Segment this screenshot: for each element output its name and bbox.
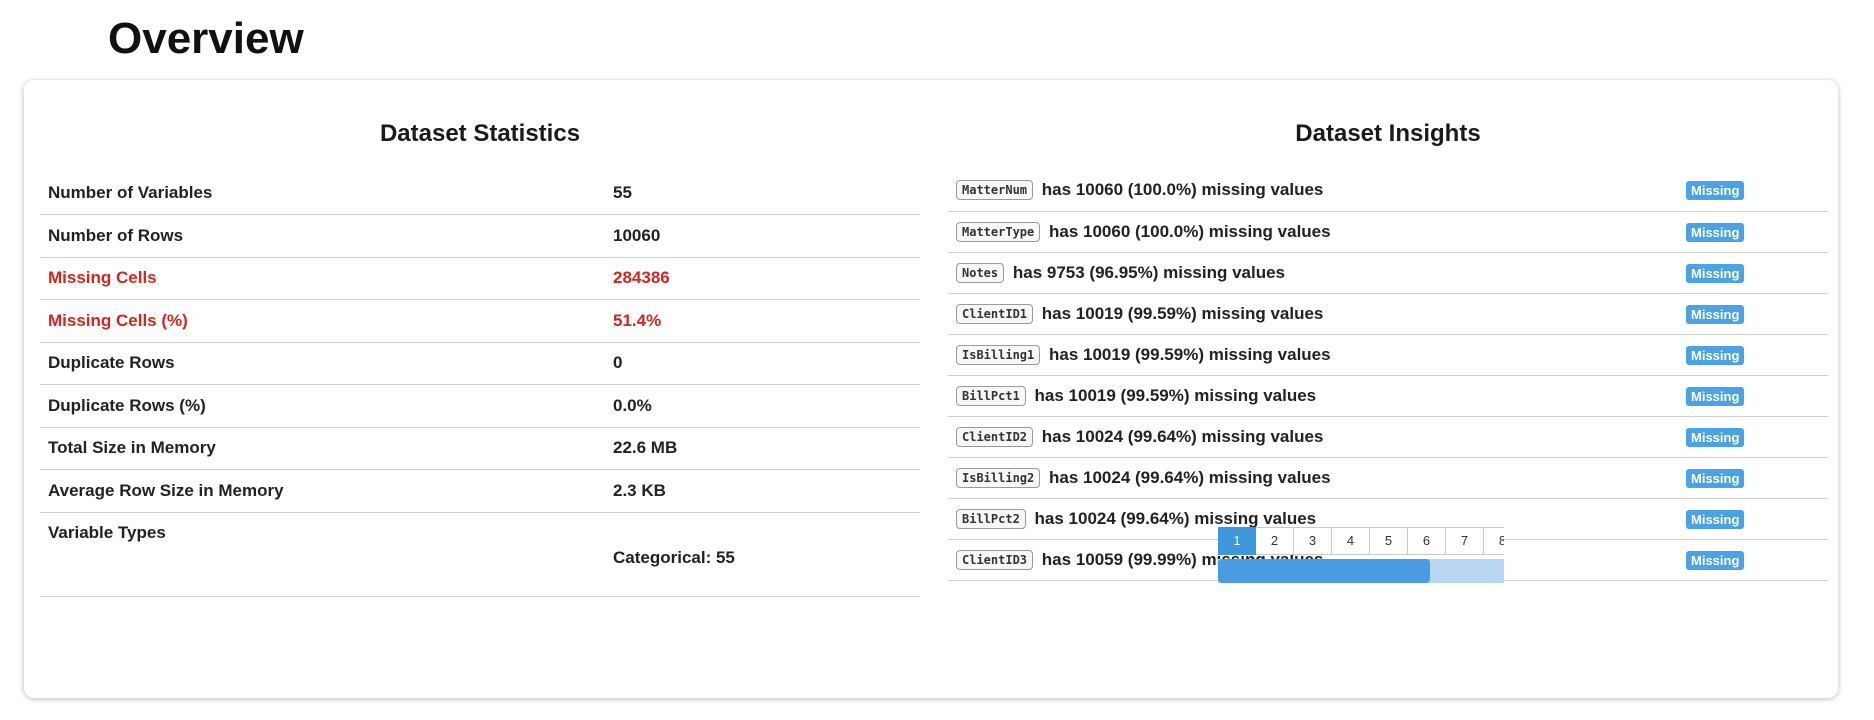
insight-badge-cell: Missing <box>1678 334 1828 376</box>
insight-badge-cell: Missing <box>1678 539 1828 581</box>
insight-text-cell: ClientID1 has 10019 (99.59%) missing val… <box>948 293 1678 335</box>
stats-label: Duplicate Rows (%) <box>40 384 605 428</box>
insight-badge-cell: Missing <box>1678 457 1828 499</box>
column-name-code: MatterNum <box>956 180 1034 201</box>
missing-badge: Missing <box>1686 427 1745 447</box>
stats-label: Missing Cells (%) <box>40 299 605 343</box>
column-name-code: IsBilling1 <box>956 344 1041 365</box>
column-name-code: ClientID2 <box>956 426 1034 447</box>
stats-value: 10060 <box>605 214 920 258</box>
column-name-code: ClientID1 <box>956 303 1034 324</box>
insight-text-cell: ClientID2 has 10024 (99.64%) missing val… <box>948 416 1678 458</box>
stats-row: Duplicate Rows (%) 0.0% <box>40 384 920 428</box>
dataset-statistics-table: Number of Variables 55 Number of Rows 10… <box>40 172 920 597</box>
insight-text-cell: IsBilling1 has 10019 (99.59%) missing va… <box>948 334 1678 376</box>
missing-badge: Missing <box>1686 263 1745 283</box>
missing-badge: Missing <box>1686 509 1745 529</box>
stats-value: Categorical: 55 <box>605 512 920 597</box>
stats-value: 51.4% <box>605 299 920 343</box>
stats-value: 0 <box>605 342 920 385</box>
stats-row: Duplicate Rows 0 <box>40 342 920 385</box>
missing-badge: Missing <box>1686 181 1745 201</box>
insight-badge-cell: Missing <box>1678 170 1828 212</box>
insight-row: BillPct1 has 10019 (99.59%) missing valu… <box>948 375 1828 417</box>
insight-text-cell: MatterType has 10060 (100.0%) missing va… <box>948 211 1678 253</box>
insight-text: has 10060 (100.0%) missing values <box>1048 221 1331 241</box>
column-name-code: IsBilling2 <box>956 467 1041 488</box>
insight-text: has 10024 (99.64%) missing values <box>1041 426 1324 446</box>
stats-label: Variable Types <box>40 512 605 597</box>
column-name-code: Notes <box>956 262 1005 283</box>
stats-label: Number of Rows <box>40 214 605 258</box>
insight-text: has 10019 (99.59%) missing values <box>1041 303 1324 323</box>
dataset-insights-title: Dataset Insights <box>1295 120 1481 147</box>
insights-pagination: 12345678 <box>1218 527 1504 559</box>
column-name-code: BillPct1 <box>956 385 1026 406</box>
insight-text-cell: Notes has 9753 (96.95%) missing values <box>948 252 1678 294</box>
page-button-5[interactable]: 5 <box>1370 527 1408 555</box>
missing-badge: Missing <box>1686 550 1745 570</box>
pagination-scrollbar-thumb[interactable] <box>1218 559 1430 583</box>
stats-value: 55 <box>605 172 920 215</box>
insight-text-cell: MatterNum has 10060 (100.0%) missing val… <box>948 170 1678 212</box>
page-title: Overview <box>108 14 304 63</box>
stats-value: 2.3 KB <box>605 469 920 513</box>
insight-text: has 10024 (99.64%) missing values <box>1048 467 1331 487</box>
insight-badge-cell: Missing <box>1678 252 1828 294</box>
insight-text-cell: BillPct1 has 10019 (99.59%) missing valu… <box>948 375 1678 417</box>
missing-badge: Missing <box>1686 386 1745 406</box>
stats-label: Total Size in Memory <box>40 427 605 470</box>
missing-badge: Missing <box>1686 468 1745 488</box>
page-button-1[interactable]: 1 <box>1218 527 1256 555</box>
stats-row: Number of Variables 55 <box>40 172 920 215</box>
insight-text: has 10024 (99.64%) missing values <box>1034 508 1317 528</box>
stats-label: Missing Cells <box>40 257 605 300</box>
stats-row: Number of Rows 10060 <box>40 214 920 258</box>
insight-badge-cell: Missing <box>1678 293 1828 335</box>
stats-row-alert: Missing Cells (%) 51.4% <box>40 299 920 343</box>
insight-text: has 9753 (96.95%) missing values <box>1012 262 1286 282</box>
insight-row: MatterNum has 10060 (100.0%) missing val… <box>948 170 1828 212</box>
stats-row-alert: Missing Cells 284386 <box>40 257 920 300</box>
pagination-scrollbar[interactable] <box>1218 559 1504 583</box>
stats-row: Total Size in Memory 22.6 MB <box>40 427 920 470</box>
insight-text: has 10060 (100.0%) missing values <box>1041 180 1324 200</box>
page-button-4[interactable]: 4 <box>1332 527 1370 555</box>
column-name-code: BillPct2 <box>956 508 1026 529</box>
overview-card: Dataset Statistics Number of Variables 5… <box>24 80 1838 698</box>
stats-label: Duplicate Rows <box>40 342 605 385</box>
insight-badge-cell: Missing <box>1678 375 1828 417</box>
insight-row: ClientID2 has 10024 (99.64%) missing val… <box>948 416 1828 458</box>
column-name-code: MatterType <box>956 221 1041 242</box>
page-button-8[interactable]: 8 <box>1484 527 1504 555</box>
page-button-3[interactable]: 3 <box>1294 527 1332 555</box>
insight-badge-cell: Missing <box>1678 498 1828 540</box>
insight-text-cell: IsBilling2 has 10024 (99.64%) missing va… <box>948 457 1678 499</box>
stats-row-variable-types: Variable Types Categorical: 55 <box>40 512 920 597</box>
stats-value: 22.6 MB <box>605 427 920 470</box>
insight-row: IsBilling1 has 10019 (99.59%) missing va… <box>948 334 1828 376</box>
insight-row: ClientID1 has 10019 (99.59%) missing val… <box>948 293 1828 335</box>
stats-row: Average Row Size in Memory 2.3 KB <box>40 469 920 513</box>
dataset-statistics-title: Dataset Statistics <box>379 120 581 147</box>
insight-badge-cell: Missing <box>1678 416 1828 458</box>
insight-text: has 10019 (99.59%) missing values <box>1048 344 1331 364</box>
page-button-7[interactable]: 7 <box>1446 527 1484 555</box>
stats-label: Number of Variables <box>40 172 605 215</box>
missing-badge: Missing <box>1686 222 1745 242</box>
stats-value: 284386 <box>605 257 920 300</box>
dataset-insights-table: MatterNum has 10060 (100.0%) missing val… <box>948 170 1828 581</box>
stats-label: Average Row Size in Memory <box>40 469 605 513</box>
missing-badge: Missing <box>1686 304 1745 324</box>
insight-row: MatterType has 10060 (100.0%) missing va… <box>948 211 1828 253</box>
missing-badge: Missing <box>1686 345 1745 365</box>
insight-badge-cell: Missing <box>1678 211 1828 253</box>
insight-row: Notes has 9753 (96.95%) missing values M… <box>948 252 1828 294</box>
insight-row: IsBilling2 has 10024 (99.64%) missing va… <box>948 457 1828 499</box>
insight-text: has 10019 (99.59%) missing values <box>1034 385 1317 405</box>
page-button-2[interactable]: 2 <box>1256 527 1294 555</box>
column-name-code: ClientID3 <box>956 549 1034 570</box>
page-button-6[interactable]: 6 <box>1408 527 1446 555</box>
stats-value: 0.0% <box>605 384 920 428</box>
